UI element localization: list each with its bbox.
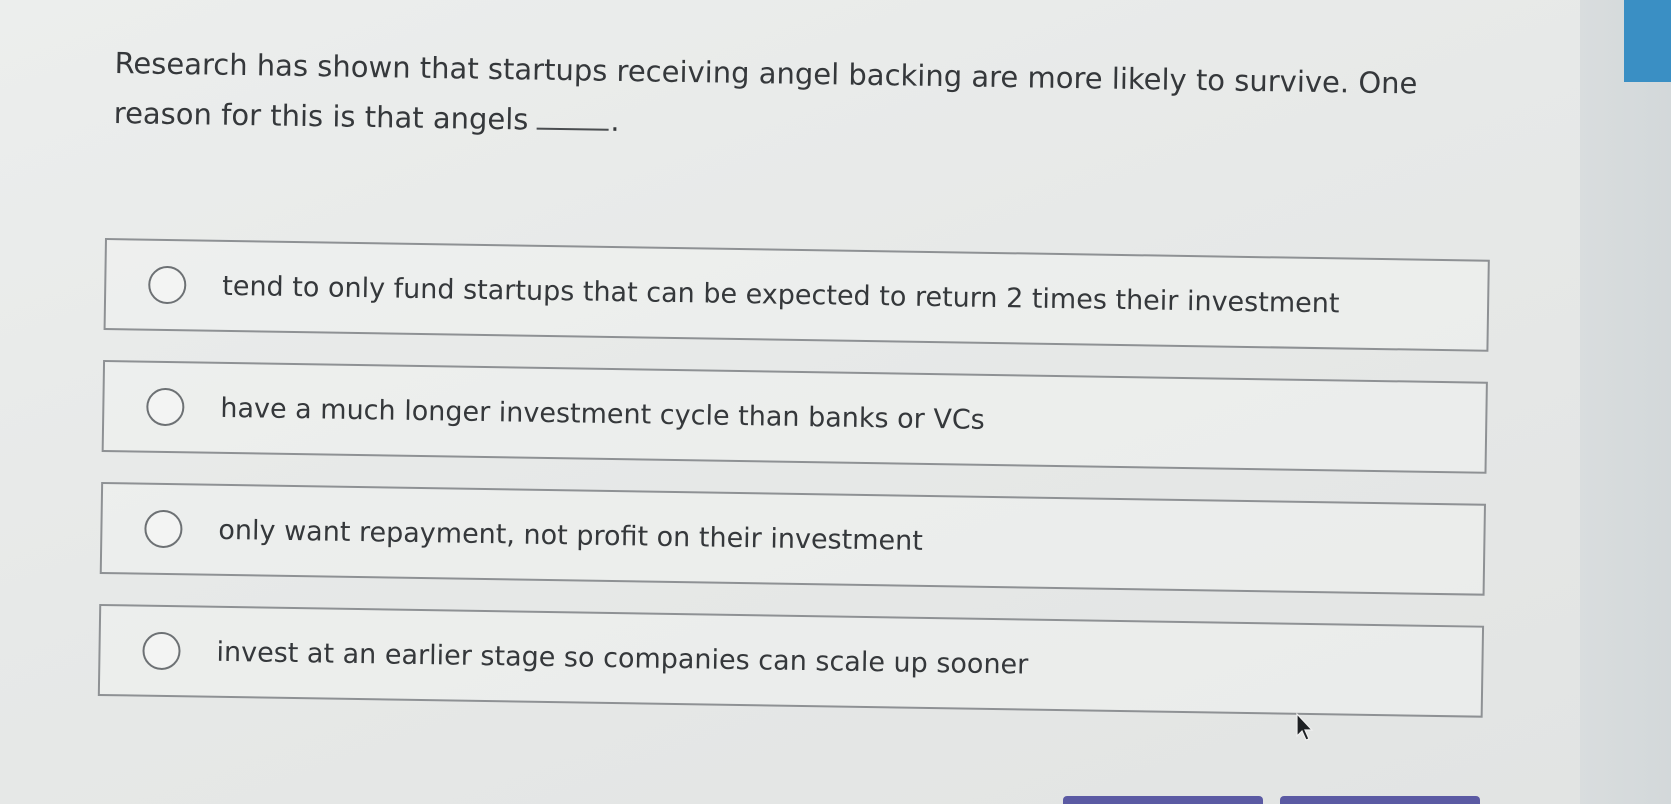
- option-1-label: tend to only fund startups that can be e…: [222, 270, 1340, 319]
- question-text: Research has shown that startups receivi…: [113, 38, 1474, 159]
- option-2-label: have a much longer investment cycle than…: [220, 392, 986, 436]
- side-panel: [1580, 0, 1671, 804]
- option-3-label: only want repayment, not profit on their…: [218, 514, 924, 557]
- radio-button-3[interactable]: [144, 509, 183, 549]
- option-2[interactable]: have a much longer investment cycle than…: [101, 359, 1488, 474]
- previous-button[interactable]: [1063, 796, 1263, 804]
- radio-button-2[interactable]: [146, 387, 185, 427]
- option-1[interactable]: tend to only fund startups that can be e…: [103, 238, 1490, 352]
- question-page: Research has shown that startups receivi…: [0, 0, 1580, 804]
- answer-blank: [536, 103, 609, 131]
- question-stem: Research has shown that startups receivi…: [113, 45, 1418, 137]
- option-4[interactable]: invest at an earlier stage so companies …: [97, 603, 1485, 718]
- question-period: .: [610, 103, 620, 138]
- scrollbar-thumb[interactable]: [1624, 0, 1671, 82]
- radio-button-1[interactable]: [147, 265, 187, 305]
- option-4-label: invest at an earlier stage so companies …: [216, 636, 1029, 681]
- answer-options: tend to only fund startups that can be e…: [97, 238, 1490, 748]
- option-3[interactable]: only want repayment, not profit on their…: [99, 481, 1486, 596]
- next-button[interactable]: [1280, 796, 1480, 804]
- radio-button-4[interactable]: [142, 631, 181, 671]
